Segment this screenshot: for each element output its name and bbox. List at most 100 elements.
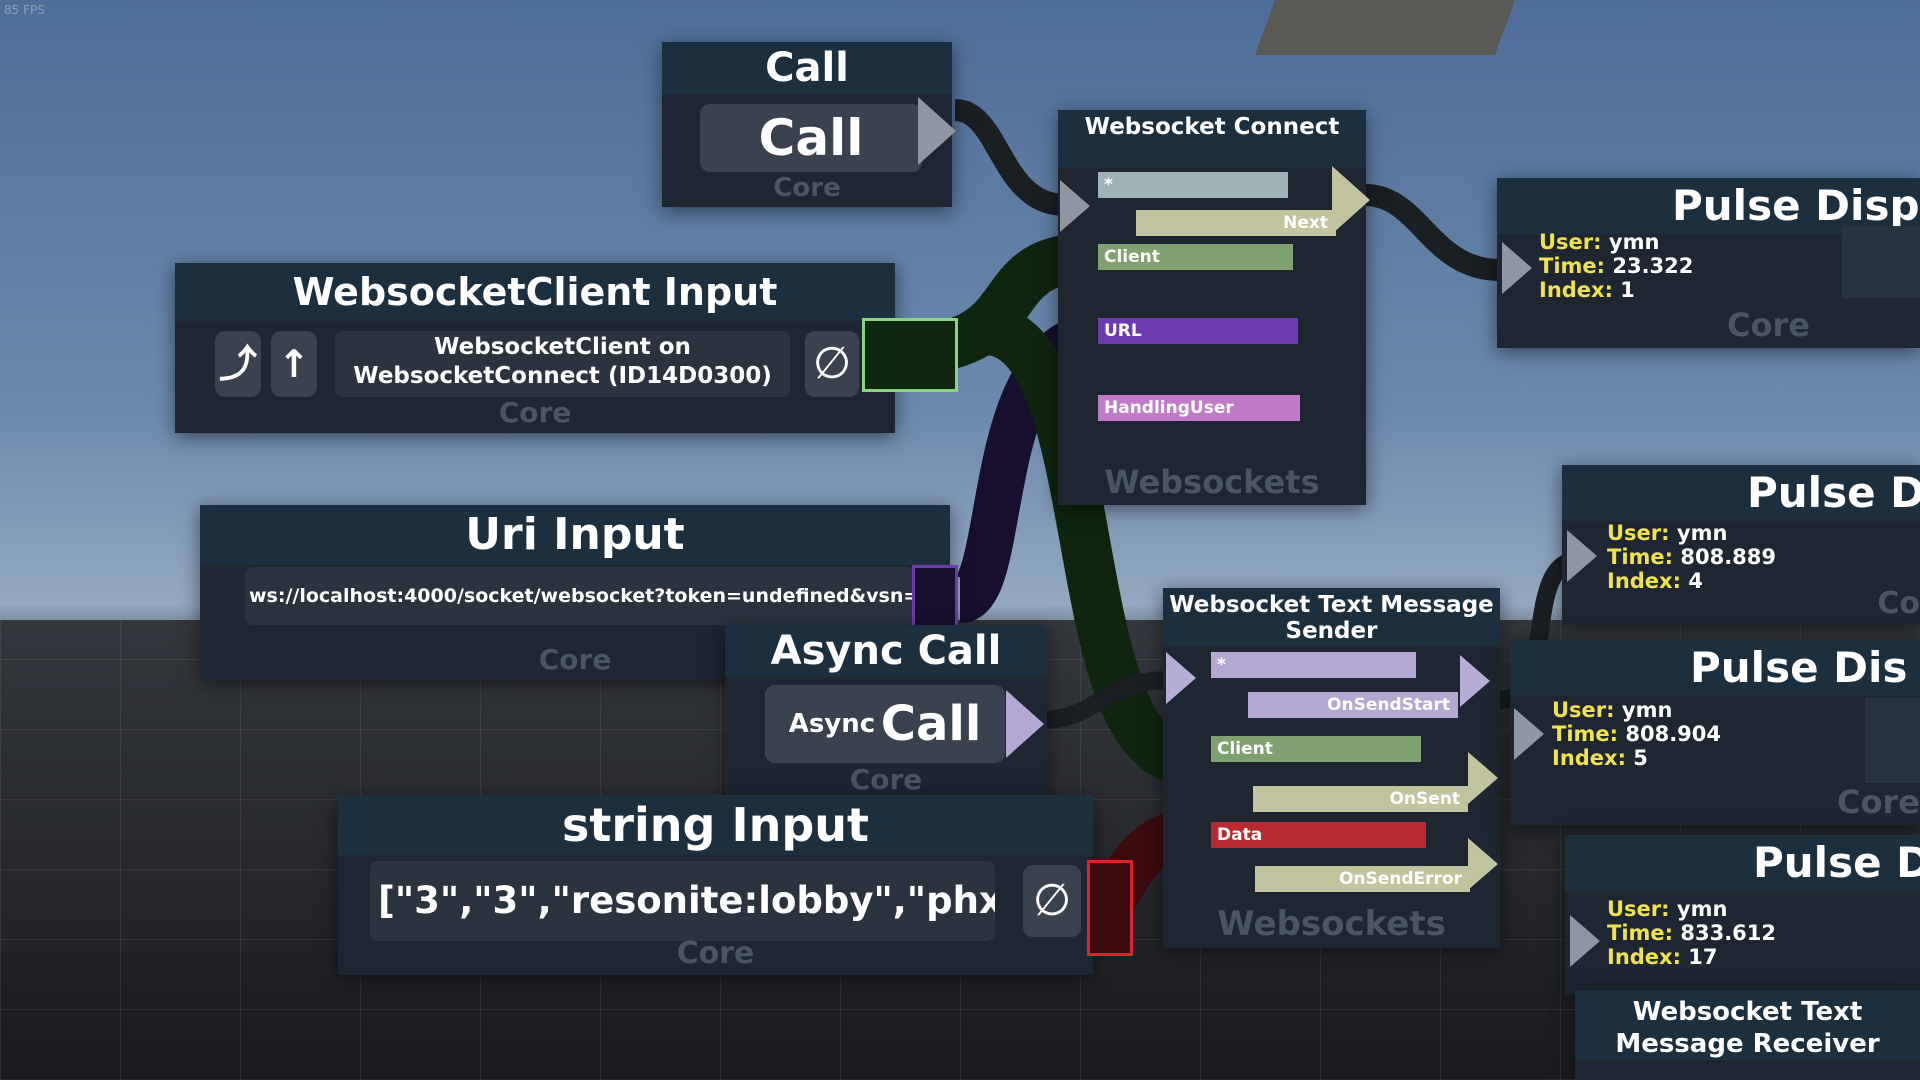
ws-sender-impulse-input[interactable] [1166,652,1196,704]
string-output-port[interactable] [1087,860,1133,956]
async-call-button-big: Call [880,696,982,752]
ws-client-output-port[interactable] [862,318,958,392]
ws-sender-onsenderror-output[interactable] [1468,838,1498,890]
time-key: Time: [1539,254,1606,278]
async-call-button-small: Async [788,709,876,739]
index-key: Index: [1607,945,1681,969]
pulse-display-2-user-line: User: ymn [1607,521,1776,545]
pulse-display-3-impulse-input[interactable] [1514,708,1544,760]
ws-sender-data-bar: Data [1211,822,1426,848]
time-key: Time: [1552,722,1619,746]
pulse-display-4-user-line: User: ymn [1607,897,1776,921]
pulse-display-1-panel [1842,226,1920,298]
pulse-display-3-title: Pulse Dis [1510,640,1920,696]
user-key: User: [1539,230,1602,254]
pulse-display-4-title: Pulse D [1565,835,1920,891]
call-button[interactable]: Call [700,104,922,172]
ws-connect-client-bar: Client [1098,244,1293,270]
string-input-title: string Input [338,795,1093,855]
time-value: 833.612 [1680,921,1777,945]
time-value: 23.322 [1612,254,1694,278]
call-node-category: Core [773,173,841,203]
uri-output-port[interactable] [912,565,958,633]
pulse-display-2-info: User: ymn Time: 808.889 Index: 4 [1607,521,1776,593]
pulse-display-3-panel [1865,698,1920,783]
uri-value[interactable]: ws://localhost:4000/socket/websocket?tok… [245,567,914,625]
async-call-button[interactable]: Async Call [765,685,1005,763]
ws-connect-title: Websocket Connect [1058,110,1366,168]
ws-receiver-node: Websocket Text Message Receiver [1575,990,1920,1080]
ws-connect-handlinguser-bar: HandlingUser [1098,395,1300,421]
string-value[interactable]: ["3","3","resonite:lobby","phx_join",{}] [370,861,995,941]
pulse-display-4-time-line: Time: 833.612 [1607,921,1776,945]
pulse-display-2-category: Co [1877,586,1920,621]
pulse-display-4-index-line: Index: 17 [1607,945,1776,969]
async-call-title: Async Call [725,625,1047,677]
call-node: Call Call Core [662,42,952,207]
ws-connect-impulse-input-bar: * [1098,172,1288,198]
ws-sender-onsent-bar: OnSent [1253,786,1468,812]
ws-sender-onsendstart-bar: OnSendStart [1248,692,1458,718]
pulse-display-1-category: Core [1727,306,1810,344]
pulse-display-3-time-line: Time: 808.904 [1552,722,1721,746]
index-value: 1 [1620,278,1635,302]
ws-sender-category: Websockets [1217,904,1446,944]
string-input-node: string Input ["3","3","resonite:lobby","… [338,795,1093,975]
ws-sender-impulse-input-bar: * [1211,652,1416,678]
index-key: Index: [1539,278,1613,302]
pulse-display-2-title: Pulse D [1562,465,1920,521]
ws-connect-url-bar: URL [1098,318,1298,344]
call-impulse-output[interactable] [918,97,956,165]
time-value: 808.889 [1680,545,1777,569]
null-icon[interactable]: ∅ [805,331,859,397]
user-value: ymn [1621,698,1673,722]
user-value: ymn [1676,521,1728,545]
async-call-impulse-output[interactable] [1006,690,1044,758]
ws-client-input-title: WebsocketClient Input [175,263,895,321]
user-key: User: [1552,698,1615,722]
ws-sender-title: Websocket Text Message Sender [1163,588,1500,646]
pulse-display-1-user-line: User: ymn [1539,230,1693,254]
pulse-display-1-info: User: ymn Time: 23.322 Index: 1 [1539,230,1693,302]
ws-connect-node: Websocket Connect * Next Client URL Hand… [1058,110,1366,505]
pulse-display-1-index-line: Index: 1 [1539,278,1693,302]
pulse-display-3-category: Core [1837,783,1920,821]
async-call-category: Core [849,763,923,796]
pulse-display-4: Pulse D User: ymn Time: 833.612 Index: 1… [1565,835,1920,995]
async-call-node: Async Call Async Call Core [725,625,1047,800]
up-arrow-icon[interactable]: ↑ [271,331,317,397]
uri-input-title: Uri Input [200,505,950,565]
ws-sender-onsent-output[interactable] [1468,752,1498,804]
up-turn-arrow-icon[interactable]: ⤴ [215,331,261,397]
ws-connect-category: Websockets [1104,463,1320,501]
pulse-display-3-info: User: ymn Time: 808.904 Index: 5 [1552,698,1721,770]
user-key: User: [1607,897,1670,921]
time-key: Time: [1607,545,1674,569]
wire-call-to-connect [953,99,1066,216]
ws-connect-next-bar: Next [1136,210,1336,236]
pulse-display-1: Pulse Displ User: ymn Time: 23.322 Index… [1497,178,1920,348]
pulse-display-2: Pulse D User: ymn Time: 808.889 Index: 4… [1562,465,1920,625]
wire-connect-next-to-pulse [1364,184,1501,281]
pulse-display-1-impulse-input[interactable] [1502,242,1532,294]
pulse-display-2-time-line: Time: 808.889 [1607,545,1776,569]
ws-client-input-node: WebsocketClient Input ⤴ ↑ WebsocketClien… [175,263,895,433]
pulse-display-4-impulse-input[interactable] [1570,915,1600,967]
ws-connect-impulse-input[interactable] [1060,180,1090,232]
ws-receiver-title: Websocket Text Message Receiver [1575,990,1920,1060]
pulse-display-1-time-line: Time: 23.322 [1539,254,1693,278]
ws-connect-next-output[interactable] [1332,166,1370,234]
null-icon[interactable]: ∅ [1023,865,1081,937]
call-node-title: Call [662,42,952,94]
index-value: 5 [1633,746,1648,770]
pulse-display-3-index-line: Index: 5 [1552,746,1721,770]
pulse-display-2-impulse-input[interactable] [1567,530,1597,582]
time-key: Time: [1607,921,1674,945]
time-value: 808.904 [1625,722,1722,746]
ws-client-input-category: Core [498,396,572,429]
ws-sender-node: Websocket Text Message Sender * OnSendSt… [1163,588,1500,948]
ws-sender-onsenderror-bar: OnSendError [1255,866,1470,892]
ws-sender-onsendstart-output[interactable] [1460,655,1490,707]
ws-client-value[interactable]: WebsocketClient on WebsocketConnect (ID1… [335,331,790,397]
index-key: Index: [1552,746,1626,770]
